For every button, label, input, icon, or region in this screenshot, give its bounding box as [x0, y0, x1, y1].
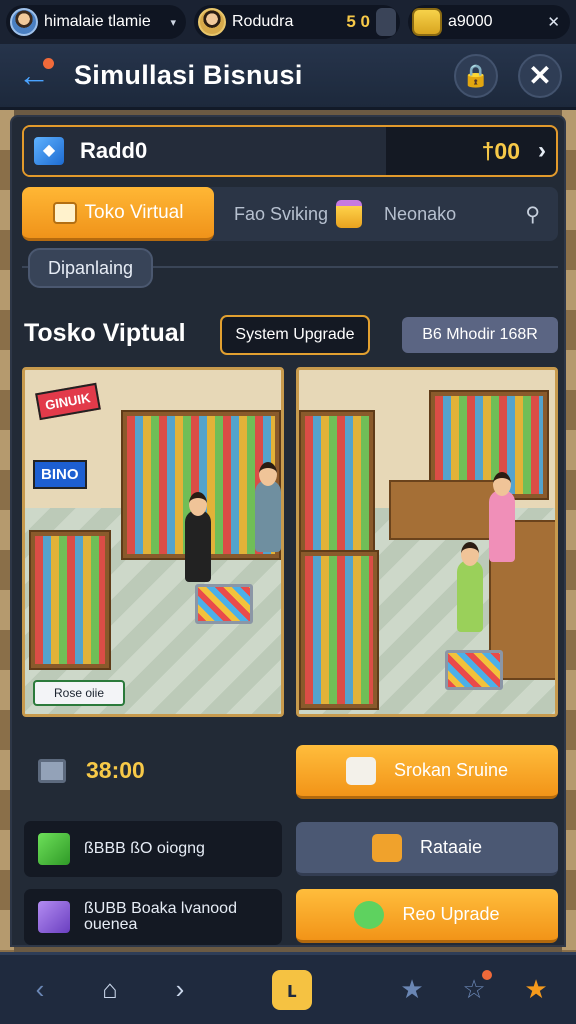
chevron-right-icon[interactable]: ›: [160, 970, 200, 1010]
resource-item: ßUBB Boaka lvanood ouenea: [24, 889, 282, 945]
shopper-figure: [185, 492, 211, 582]
star-icon[interactable]: ★: [392, 970, 432, 1010]
timer-value: 38:00: [86, 757, 145, 783]
store-icon: ◆: [34, 137, 64, 165]
tab-fao-sviking[interactable]: Fao Sviking: [214, 200, 363, 228]
lock-button[interactable]: 🔒: [454, 53, 498, 98]
coins-value: 5 0: [346, 12, 370, 31]
partner-name: Rodudra: [232, 13, 294, 30]
user-pill[interactable]: himalaie tlamie ▾: [6, 5, 186, 39]
resource-text: ßBBB ßO oiogng: [84, 840, 205, 857]
shopping-cart: [445, 650, 503, 690]
star-active-icon[interactable]: ★: [516, 970, 556, 1010]
notification-dot: [43, 57, 54, 69]
tab-label: Neonako: [384, 203, 457, 224]
star-outline-icon: ☆: [462, 974, 486, 1004]
action-button-secondary[interactable]: Rataaie: [296, 822, 558, 876]
store-sign: BINO: [33, 460, 87, 489]
chevron-right-icon[interactable]: ›: [538, 137, 546, 165]
scene-label: Rose oiie: [33, 680, 125, 706]
bottom-nav: ‹ ⌂ › ʟ ★ ☆ ★: [0, 952, 576, 1024]
home-icon[interactable]: ⌂: [90, 970, 130, 1010]
close-icon: ✕: [528, 60, 552, 91]
user-avatar: [10, 8, 38, 36]
resource-line: ßUBB Boaka lvanood: [84, 900, 237, 917]
tab-label: Fao Sviking: [234, 203, 329, 224]
store-price: †00: [481, 137, 520, 164]
store-icon: [52, 201, 77, 224]
shopper-figure: [255, 462, 281, 552]
cash-pill[interactable]: a9000 ✕: [408, 5, 570, 39]
store-selector-bg: [24, 127, 386, 175]
lock-icon: 🔒: [462, 62, 490, 88]
scene-shelf: [29, 530, 111, 670]
close-button[interactable]: ✕: [518, 53, 562, 98]
tab-bar: Toko Virtual Fao Sviking Neonako ⚲: [22, 187, 558, 241]
shopping-bag-icon: [336, 200, 363, 228]
store-scene-left[interactable]: GINUIK BINO Rose oiie: [22, 367, 284, 717]
shopper-figure: [457, 542, 483, 632]
resource-item: ßBBB ßO oiogng: [24, 821, 282, 877]
resource-text: ßUBB Boaka lvanood ouenea: [84, 901, 237, 933]
status-bar: himalaie tlamie ▾ Rodudra 5 0 a9000 ✕: [0, 0, 576, 44]
header: ← Simullasi Bisnusi 🔒 ✕: [0, 44, 576, 110]
timer-row: 38:00: [38, 757, 145, 784]
back-button[interactable]: ←: [14, 56, 54, 96]
box-icon: [345, 756, 376, 785]
shopping-cart: [195, 584, 253, 624]
partner-avatar: [198, 8, 226, 36]
coins-add-tab[interactable]: [376, 8, 396, 36]
page-title: Simullasi Bisnusi: [74, 60, 303, 90]
scene-shelf: [299, 550, 379, 710]
section-tag: Dipanlaing: [28, 248, 154, 288]
system-upgrade-button[interactable]: System Upgrade: [220, 315, 370, 355]
tab-label: Toko Virtual: [84, 201, 184, 223]
favorite-icon[interactable]: ☆: [454, 969, 494, 1010]
info-badge: B6 Mhodir 168R: [402, 317, 558, 353]
button-label: Reo Uprade: [402, 904, 500, 924]
monitor-icon: [38, 758, 66, 783]
button-label: Rataaie: [419, 837, 483, 857]
chevron-down-icon[interactable]: ▾: [170, 16, 176, 29]
tab-toko-virtual[interactable]: Toko Virtual: [22, 187, 214, 241]
cash-value: a9000: [448, 13, 493, 30]
tab-neonako[interactable]: Neonako: [362, 204, 456, 225]
center-action-button[interactable]: ʟ: [272, 969, 312, 1010]
main-panel: ◆ Radd0 †00 › Toko Virtual Fao Sviking N…: [10, 115, 566, 947]
resource-line: ouenea: [84, 916, 138, 933]
store-heading: Tosko Viptual: [24, 319, 186, 347]
coin-stack-icon: [412, 8, 442, 36]
notification-dot: [482, 969, 492, 980]
store-name: Radd0: [80, 138, 148, 163]
lock-icon: [371, 833, 402, 862]
can-icon: [354, 900, 385, 929]
close-icon[interactable]: ✕: [547, 13, 560, 31]
green-cube-icon: [38, 833, 70, 865]
cashier-figure: [489, 472, 515, 562]
store-scene-right[interactable]: [296, 367, 558, 717]
chevron-left-icon[interactable]: ‹: [20, 970, 60, 1010]
location-pin-icon[interactable]: ⚲: [525, 202, 540, 227]
action-button-primary[interactable]: Srokan Sruine: [296, 745, 558, 799]
upgrade-button[interactable]: Reo Uprade: [296, 889, 558, 943]
store-selector[interactable]: ◆ Radd0 †00 ›: [22, 125, 558, 177]
button-label: Srokan Sruine: [393, 760, 509, 780]
purple-cube-icon: [38, 901, 70, 933]
coins-pill[interactable]: Rodudra 5 0: [194, 5, 400, 39]
username: himalaie tlamie: [44, 13, 151, 30]
